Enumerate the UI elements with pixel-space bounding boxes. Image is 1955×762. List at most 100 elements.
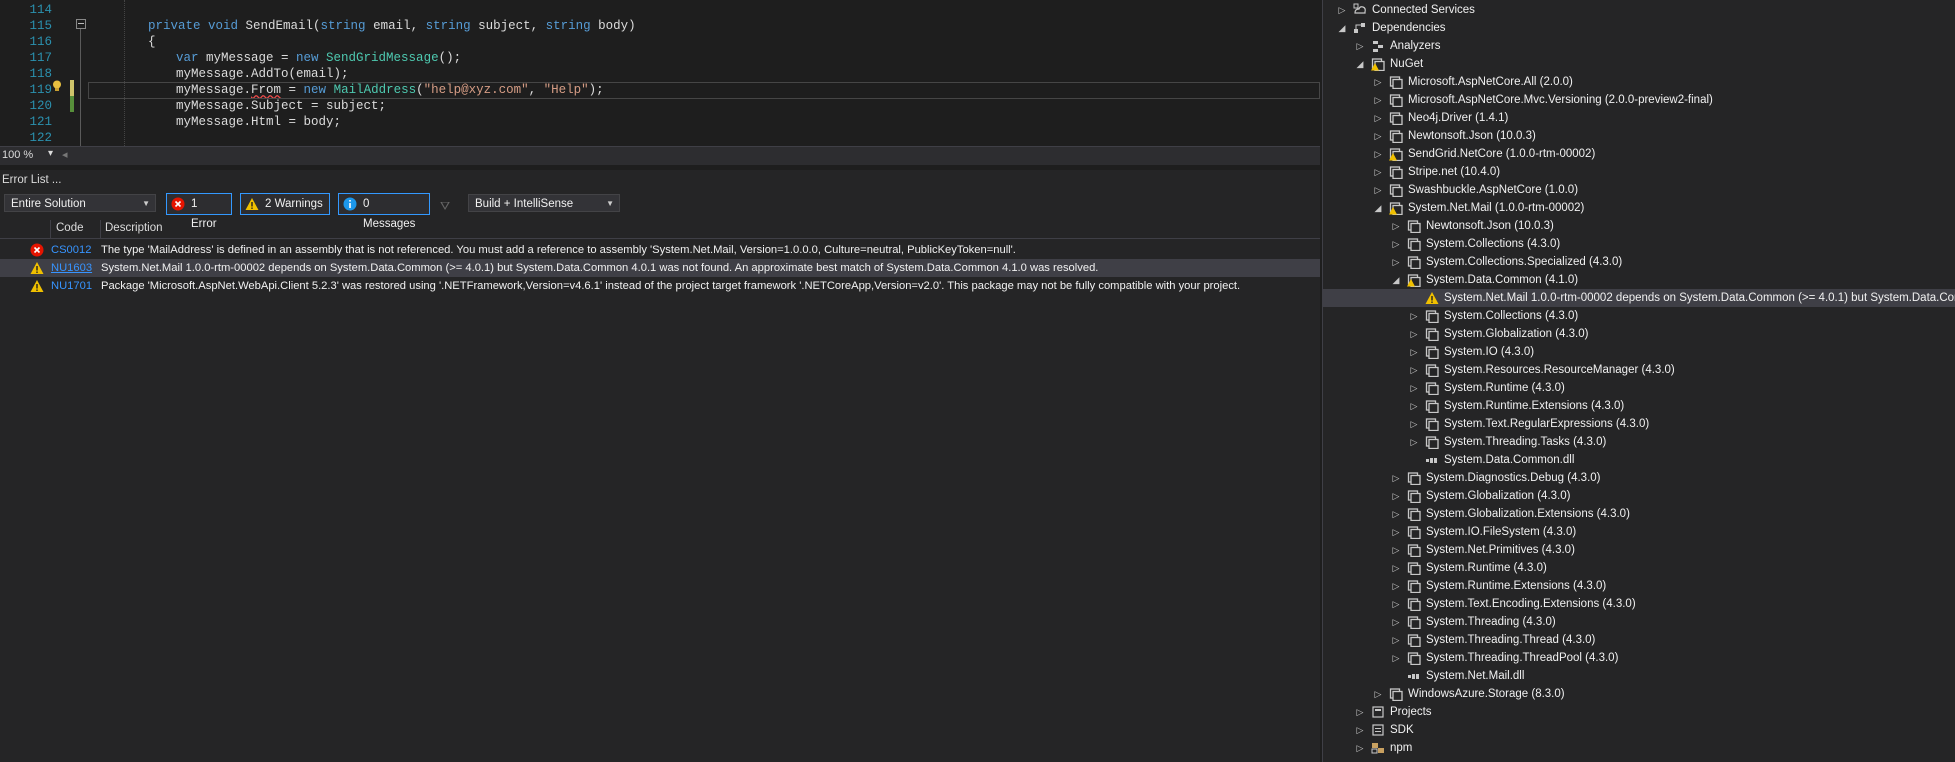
tree-node[interactable]: ◢ System.Data.Common (4.1.0) [1323,271,1955,289]
collapsed-arrow-icon[interactable]: ▷ [1355,739,1365,757]
tree-node[interactable]: ▷ System.Globalization (4.3.0) [1323,487,1955,505]
tree-node[interactable]: ▷ System.Net.Primitives (4.3.0) [1323,541,1955,559]
description-column-header[interactable]: Description [105,222,163,234]
collapsed-arrow-icon[interactable]: ▷ [1409,361,1419,379]
collapsed-arrow-icon[interactable]: ▷ [1409,307,1419,325]
tree-node[interactable]: ▷ System.Globalization (4.3.0) [1323,325,1955,343]
collapsed-arrow-icon[interactable]: ▷ [1373,127,1383,145]
tree-node[interactable]: ▷ WindowsAzure.Storage (8.3.0) [1323,685,1955,703]
expanded-arrow-icon[interactable]: ◢ [1337,19,1347,37]
tree-node[interactable]: ▷ Neo4j.Driver (1.4.1) [1323,109,1955,127]
tree-node[interactable]: ▷ Projects [1323,703,1955,721]
warnings-filter-button[interactable]: 2 Warnings [240,193,330,215]
collapsed-arrow-icon[interactable]: ▷ [1409,397,1419,415]
code-line[interactable]: 117 var myMessage = new SendGridMessage()… [0,50,1320,66]
collapsed-arrow-icon[interactable]: ▷ [1409,433,1419,451]
collapsed-arrow-icon[interactable]: ▷ [1391,505,1401,523]
tree-node[interactable]: ▷ System.Threading.Thread (4.3.0) [1323,631,1955,649]
tree-node[interactable]: ▷ SDK [1323,721,1955,739]
collapsed-arrow-icon[interactable]: ▷ [1373,73,1383,91]
collapsed-arrow-icon[interactable]: ▷ [1391,235,1401,253]
tree-node[interactable]: ▷ System.Resources.ResourceManager (4.3.0… [1323,361,1955,379]
tree-node[interactable]: System.Net.Mail.dll [1323,667,1955,685]
tree-node[interactable]: ▷ npm [1323,739,1955,757]
tree-node[interactable]: ▷ System.Runtime (4.3.0) [1323,379,1955,397]
tree-node[interactable]: ▷ Connected Services [1323,1,1955,19]
expanded-arrow-icon[interactable]: ◢ [1391,271,1401,289]
tree-node[interactable]: ◢ NuGet [1323,55,1955,73]
collapsed-arrow-icon[interactable]: ▷ [1391,559,1401,577]
zoom-level[interactable]: 100 % [2,149,33,161]
code-line[interactable]: 122 [0,130,1320,146]
tree-node[interactable]: System.Data.Common.dll [1323,451,1955,469]
code-column-header[interactable]: Code [56,222,84,234]
tree-node[interactable]: ▷ System.Runtime (4.3.0) [1323,559,1955,577]
error-code-link[interactable]: NU1701 [51,277,92,295]
tree-node[interactable]: ▷ System.Threading.ThreadPool (4.3.0) [1323,649,1955,667]
tree-node[interactable]: ▷ System.Globalization.Extensions (4.3.0) [1323,505,1955,523]
collapsed-arrow-icon[interactable]: ▷ [1391,541,1401,559]
collapsed-arrow-icon[interactable]: ▷ [1391,253,1401,271]
collapsed-arrow-icon[interactable]: ▷ [1409,343,1419,361]
collapsed-arrow-icon[interactable]: ▷ [1337,1,1347,19]
collapsed-arrow-icon[interactable]: ▷ [1391,595,1401,613]
code-line[interactable]: 114 [0,2,1320,18]
collapsed-arrow-icon[interactable]: ▷ [1409,379,1419,397]
tree-node[interactable]: ▷ System.IO.FileSystem (4.3.0) [1323,523,1955,541]
tree-node[interactable]: ▷ System.Threading (4.3.0) [1323,613,1955,631]
tree-node[interactable]: ▷ Swashbuckle.AspNetCore (1.0.0) [1323,181,1955,199]
code-line[interactable]: 121 myMessage.Html = body; [0,114,1320,130]
collapsed-arrow-icon[interactable]: ▷ [1391,649,1401,667]
collapsed-arrow-icon[interactable]: ▷ [1373,91,1383,109]
tree-node[interactable]: ▷ System.Text.RegularExpressions (4.3.0) [1323,415,1955,433]
collapsed-arrow-icon[interactable]: ▷ [1391,523,1401,541]
tree-node[interactable]: ▷ Stripe.net (10.4.0) [1323,163,1955,181]
code-line[interactable]: 115 private void SendEmail(string email, … [0,18,1320,34]
collapsed-arrow-icon[interactable]: ▷ [1391,613,1401,631]
tree-node[interactable]: System.Net.Mail 1.0.0-rtm-00002 depends … [1323,289,1955,307]
error-list-row[interactable]: NU1603 System.Net.Mail 1.0.0-rtm-00002 de… [0,259,1320,277]
expanded-arrow-icon[interactable]: ◢ [1373,199,1383,217]
tree-node[interactable]: ▷ System.Collections (4.3.0) [1323,235,1955,253]
zoom-dropdown-icon[interactable]: ▾ [48,148,53,159]
collapsed-arrow-icon[interactable]: ▷ [1373,685,1383,703]
collapsed-arrow-icon[interactable]: ▷ [1391,217,1401,235]
collapsed-arrow-icon[interactable]: ▷ [1391,487,1401,505]
collapsed-arrow-icon[interactable]: ▷ [1355,37,1365,55]
collapsed-arrow-icon[interactable]: ▷ [1373,181,1383,199]
error-code-link[interactable]: NU1603 [51,259,92,277]
collapsed-arrow-icon[interactable]: ▷ [1409,415,1419,433]
tree-node[interactable]: ◢ System.Net.Mail (1.0.0-rtm-00002) [1323,199,1955,217]
errors-filter-button[interactable]: 1 Error [166,193,232,230]
collapsed-arrow-icon[interactable]: ▷ [1373,163,1383,181]
tree-node[interactable]: ▷ System.Runtime.Extensions (4.3.0) [1323,397,1955,415]
code-line[interactable]: 119 myMessage.From = new MailAddress("hel… [0,82,1320,99]
error-code-link[interactable]: CS0012 [51,241,91,259]
tree-node[interactable]: ▷ Microsoft.AspNetCore.All (2.0.0) [1323,73,1955,91]
error-list-row[interactable]: CS0012 The type 'MailAddress' is defined … [0,241,1320,259]
collapsed-arrow-icon[interactable]: ▷ [1355,721,1365,739]
filter-icon[interactable]: ⛛ [440,199,450,214]
collapsed-arrow-icon[interactable]: ▷ [1373,109,1383,127]
tree-node[interactable]: ▷ System.Text.Encoding.Extensions (4.3.0) [1323,595,1955,613]
tree-node[interactable]: ▷ System.Diagnostics.Debug (4.3.0) [1323,469,1955,487]
tree-node[interactable]: ▷ System.Runtime.Extensions (4.3.0) [1323,577,1955,595]
messages-filter-button[interactable]: 0 Messages [338,193,430,230]
tree-node[interactable]: ▷ System.Collections.Specialized (4.3.0) [1323,253,1955,271]
tree-node[interactable]: ◢ Dependencies [1323,19,1955,37]
collapsed-arrow-icon[interactable]: ▷ [1391,577,1401,595]
tree-node[interactable]: ▷ Newtonsoft.Json (10.0.3) [1323,217,1955,235]
collapsed-arrow-icon[interactable]: ▷ [1409,325,1419,343]
collapsed-arrow-icon[interactable]: ▷ [1391,631,1401,649]
tree-node[interactable]: ▷ System.Threading.Tasks (4.3.0) [1323,433,1955,451]
collapsed-arrow-icon[interactable]: ▷ [1355,703,1365,721]
scope-dropdown[interactable]: Entire Solution ▼ [4,194,156,212]
tree-node[interactable]: ▷ System.IO (4.3.0) [1323,343,1955,361]
tree-node[interactable]: ▷ System.Collections (4.3.0) [1323,307,1955,325]
error-list-row[interactable]: NU1701 Package 'Microsoft.AspNet.WebApi.C… [0,277,1320,295]
tree-node[interactable]: ▷ Newtonsoft.Json (10.0.3) [1323,127,1955,145]
tree-node[interactable]: ▷ SendGrid.NetCore (1.0.0-rtm-00002) [1323,145,1955,163]
scroll-left-icon[interactable]: ◂ [62,148,68,161]
code-line[interactable]: 120 myMessage.Subject = subject; [0,98,1320,114]
collapsed-arrow-icon[interactable]: ▷ [1373,145,1383,163]
